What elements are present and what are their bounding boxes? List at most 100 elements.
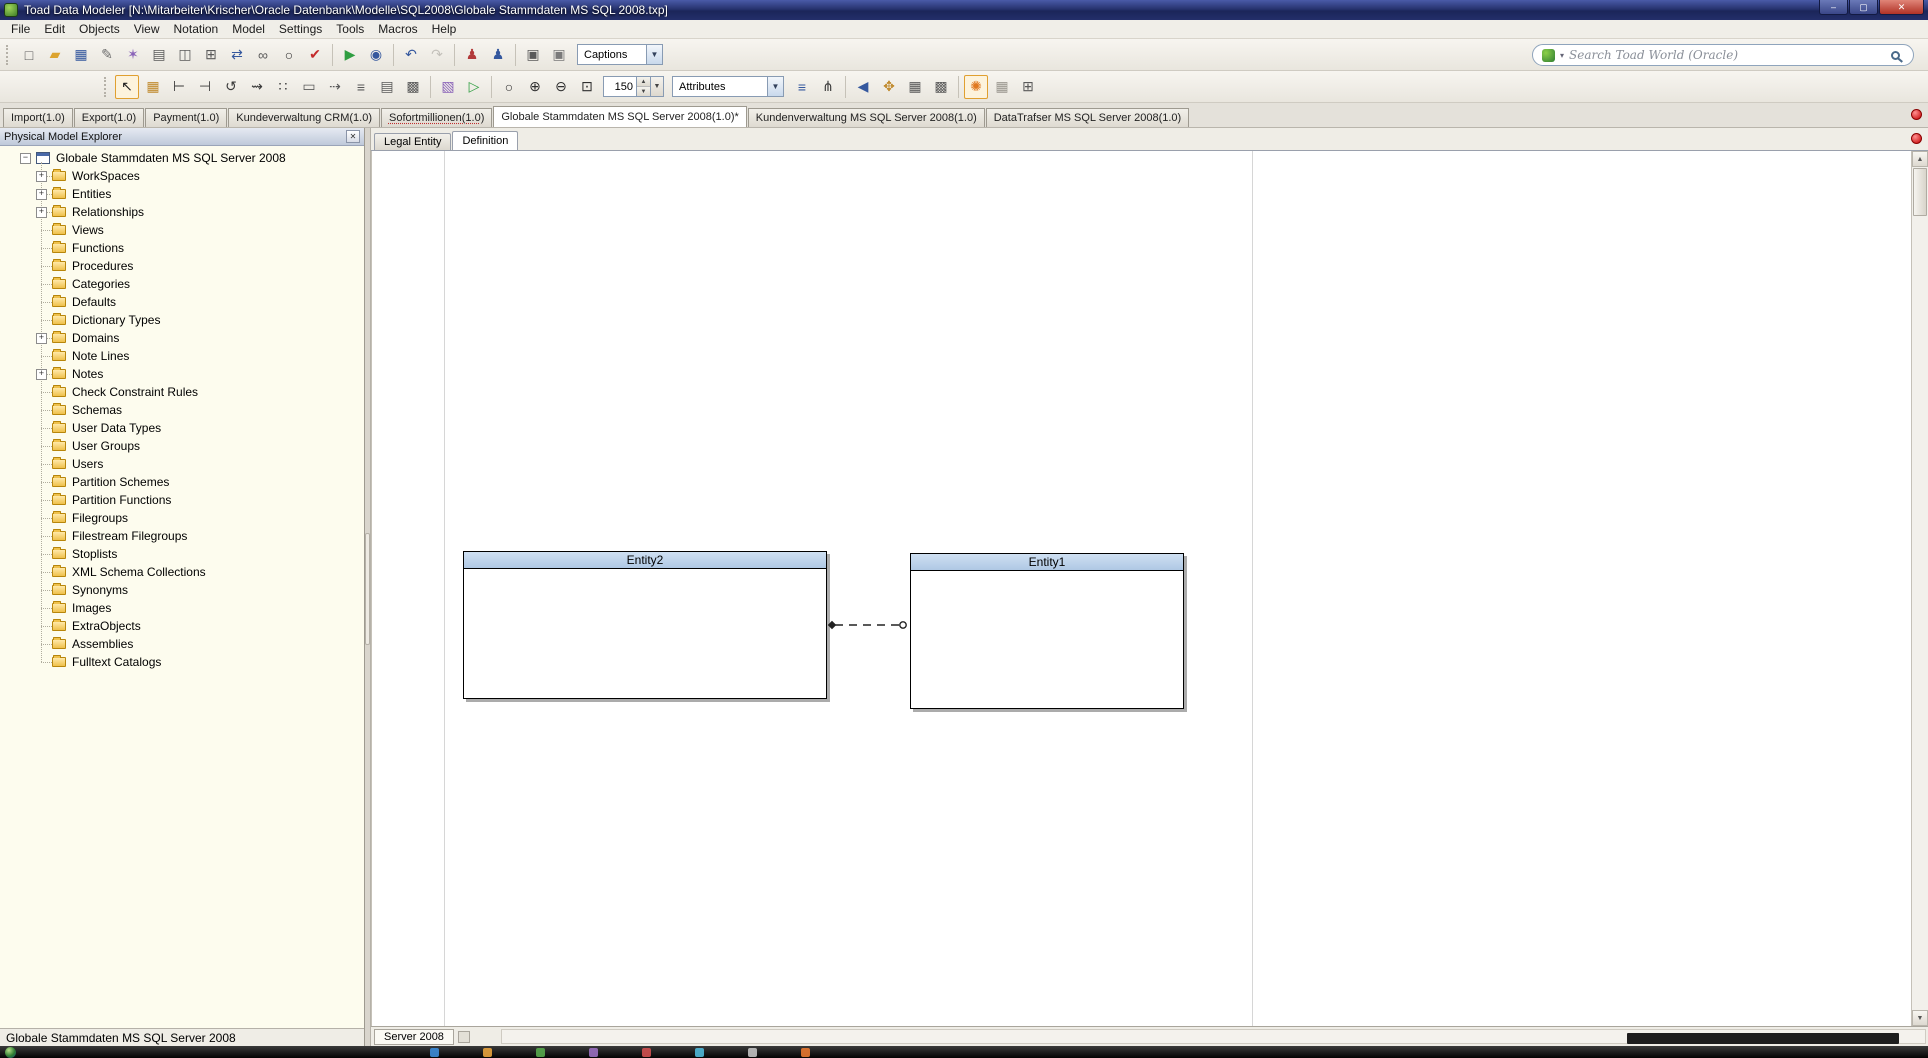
scroll-up-icon[interactable]: ▲ <box>1912 151 1928 167</box>
model-tab-sofortmillionen-1-0[interactable]: Sofortmillionen(1.0) <box>380 108 493 127</box>
model-tab-import-1-0[interactable]: Import(1.0) <box>3 108 73 127</box>
tree-item-notes[interactable]: + Notes <box>0 365 364 383</box>
note-tool-icon[interactable]: ▭ <box>297 75 321 99</box>
workspace-tab-legal-entity[interactable]: Legal Entity <box>374 133 452 150</box>
note-line-tool-icon[interactable]: ⇢ <box>323 75 347 99</box>
minimize-button[interactable]: – <box>1819 0 1848 15</box>
window-tile-icon[interactable]: ▣ <box>547 43 571 67</box>
error-indicator-icon[interactable] <box>1911 109 1922 120</box>
tree-item-note-lines[interactable]: + Note Lines <box>0 347 364 365</box>
snap-to-grid-icon[interactable]: ⊞ <box>1016 75 1040 99</box>
attribute-list-icon[interactable]: ≡ <box>790 75 814 99</box>
entity-entity1[interactable]: Entity1 <box>910 553 1184 709</box>
close-icon[interactable]: ✕ <box>346 130 360 143</box>
chevron-down-icon[interactable]: ▼ <box>767 77 783 96</box>
menu-help[interactable]: Help <box>425 20 464 38</box>
print-preview-icon[interactable]: ◫ <box>173 43 197 67</box>
captions-dropdown[interactable]: Captions ▼ <box>577 44 663 65</box>
navigate-back-icon[interactable]: ◀ <box>851 75 875 99</box>
maximize-button[interactable]: ▢ <box>1849 0 1878 15</box>
user-groups-icon[interactable]: ♟ <box>486 43 510 67</box>
stamp-tool-icon[interactable]: ≡ <box>349 75 373 99</box>
grid-properties-icon[interactable]: ▩ <box>929 75 953 99</box>
search-icon[interactable] <box>1891 50 1900 60</box>
taskbar-app-icon[interactable] <box>695 1048 704 1057</box>
auto-layout-icon[interactable]: ✺ <box>964 74 988 99</box>
menu-settings[interactable]: Settings <box>272 20 329 38</box>
model-tab-kundenverwaltung-ms-sql-server-2008-1-0[interactable]: Kundenverwaltung MS SQL Server 2008(1.0) <box>747 108 985 127</box>
select-tool-icon[interactable]: ↖ <box>115 74 139 99</box>
zoom-in-icon[interactable]: ⊕ <box>523 75 547 99</box>
entity-title[interactable]: Entity1 <box>911 554 1183 571</box>
tree-item-dictionary-types[interactable]: + Dictionary Types <box>0 311 364 329</box>
tree-item-schemas[interactable]: + Schemas <box>0 401 364 419</box>
tree-item-partition-functions[interactable]: + Partition Functions <box>0 491 364 509</box>
error-indicator-icon[interactable] <box>1911 133 1922 144</box>
menu-view[interactable]: View <box>127 20 167 38</box>
menu-macros[interactable]: Macros <box>371 20 424 38</box>
zoom-out-icon[interactable]: ⊖ <box>549 75 573 99</box>
zoom-value-input[interactable] <box>603 76 637 97</box>
new-model-icon[interactable]: □ <box>17 43 41 67</box>
tree-item-assemblies[interactable]: + Assemblies <box>0 635 364 653</box>
tree-item-xml-schema-collections[interactable]: + XML Schema Collections <box>0 563 364 581</box>
workspace-format-icon[interactable]: ▧ <box>436 75 460 99</box>
tree-item-fulltext-catalogs[interactable]: + Fulltext Catalogs <box>0 653 364 671</box>
collapse-icon[interactable]: − <box>20 152 31 164</box>
relationship-line[interactable] <box>827 615 911 635</box>
search-input[interactable] <box>1569 48 1886 62</box>
checked-out-user-icon[interactable]: ♟ <box>460 43 484 67</box>
print-icon[interactable]: ▤ <box>147 43 171 67</box>
zoom-tool-icon[interactable]: ○ <box>497 75 521 99</box>
identifying-relationship-tool-icon[interactable]: ⊢ <box>167 75 191 99</box>
window-cascade-icon[interactable]: ▣ <box>521 43 545 67</box>
start-button-icon[interactable] <box>5 1046 16 1058</box>
taskbar-app-icon[interactable] <box>801 1048 810 1057</box>
open-model-icon[interactable]: ▰ <box>43 43 67 67</box>
expand-icon[interactable]: + <box>36 332 47 344</box>
display-level-dropdown[interactable]: Attributes ▼ <box>672 76 784 97</box>
close-button[interactable]: ✕ <box>1879 0 1924 15</box>
tree-item-domains[interactable]: + Domains <box>0 329 364 347</box>
dotted-line-tool-icon[interactable]: ∷ <box>271 75 295 99</box>
undo-icon[interactable]: ↶ <box>399 43 423 67</box>
taskbar-app-icon[interactable] <box>430 1048 439 1057</box>
tree-item-images[interactable]: + Images <box>0 599 364 617</box>
generate-report-icon[interactable]: ◉ <box>364 43 388 67</box>
tree-item-defaults[interactable]: + Defaults <box>0 293 364 311</box>
sync-model-icon[interactable]: ∞ <box>251 43 275 67</box>
entity-tool-icon[interactable]: ▦ <box>141 75 165 99</box>
redo-icon[interactable]: ↷ <box>425 43 449 67</box>
tree-item-categories[interactable]: + Categories <box>0 275 364 293</box>
tree-item-extraobjects[interactable]: + ExtraObjects <box>0 617 364 635</box>
self-relationship-tool-icon[interactable]: ↺ <box>219 75 243 99</box>
non-identifying-relationship-tool-icon[interactable]: ⊣ <box>193 75 217 99</box>
model-tab-globale-stammdaten-ms-sql-server-2008-1-0[interactable]: Globale Stammdaten MS SQL Server 2008(1.… <box>493 106 747 127</box>
entity-entity2[interactable]: Entity2 <box>463 551 827 699</box>
scrollbar-thumb[interactable] <box>1627 1033 1899 1044</box>
scroll-down-icon[interactable]: ▼ <box>1912 1010 1928 1026</box>
tree-item-procedures[interactable]: + Procedures <box>0 257 364 275</box>
menu-model[interactable]: Model <box>225 20 272 38</box>
menu-notation[interactable]: Notation <box>167 20 226 38</box>
menu-objects[interactable]: Objects <box>72 20 127 38</box>
zoom-fit-icon[interactable]: ⊡ <box>575 75 599 99</box>
tree-item-filestream-filegroups[interactable]: + Filestream Filegroups <box>0 527 364 545</box>
workspace-tab-definition[interactable]: Definition <box>452 131 519 150</box>
menu-edit[interactable]: Edit <box>37 20 72 38</box>
diagram-canvas[interactable]: Entity2 Entity1 <box>371 151 1911 1026</box>
tree-item-relationships[interactable]: + Relationships <box>0 203 364 221</box>
entity-title[interactable]: Entity2 <box>464 552 826 569</box>
scrollbar-track[interactable] <box>1912 217 1928 1010</box>
show-grid-icon[interactable]: ▦ <box>990 75 1014 99</box>
tree-item-functions[interactable]: + Functions <box>0 239 364 257</box>
expand-icon[interactable]: + <box>36 368 47 380</box>
model-tab-datatrafser-ms-sql-server-2008-1-0[interactable]: DataTrafser MS SQL Server 2008(1.0) <box>985 108 1190 127</box>
tree-item-stoplists[interactable]: + Stoplists <box>0 545 364 563</box>
expand-icon[interactable]: + <box>36 206 47 218</box>
scrollbar-thumb[interactable] <box>1913 168 1927 216</box>
dashed-relationship-tool-icon[interactable]: ⇝ <box>245 75 269 99</box>
menu-tools[interactable]: Tools <box>329 20 371 38</box>
model-tab-kundeverwaltung-crm-1-0[interactable]: Kundeverwaltung CRM(1.0) <box>228 108 380 127</box>
sheet-scroll-button[interactable] <box>457 1030 470 1043</box>
